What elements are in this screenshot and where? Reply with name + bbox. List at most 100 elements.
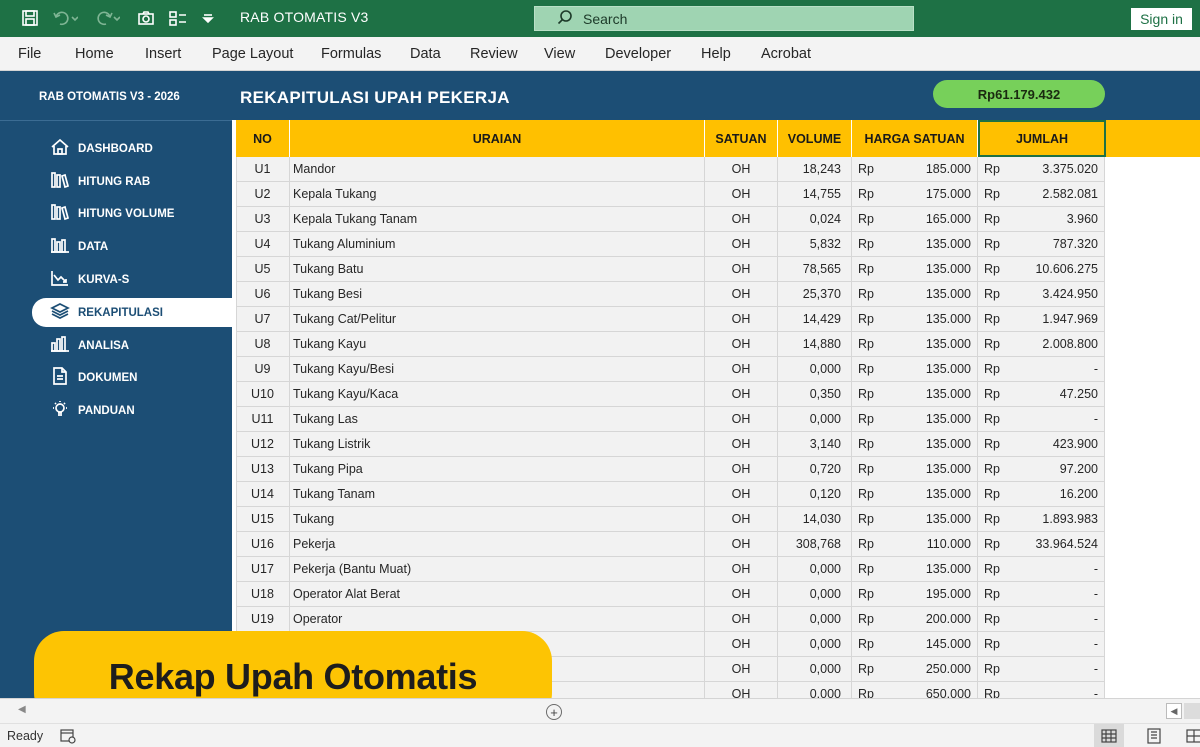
cell-jumlah[interactable]: Rp 1.947.969 (978, 307, 1105, 332)
cell-volume[interactable]: 0,000 (778, 357, 852, 382)
table-row[interactable]: U4 Tukang Aluminium OH 5,832 Rp 135.000 Rp 787.… (236, 232, 1105, 257)
sidebar-item-dashboard[interactable]: DASHBOARD (32, 134, 232, 163)
cell-jumlah[interactable]: Rp 3.375.020 (978, 157, 1105, 182)
cell-harga-satuan[interactable]: Rp 135.000 (852, 482, 978, 507)
menu-formulas[interactable]: Formulas (321, 46, 381, 62)
cell-volume[interactable]: 25,370 (778, 282, 852, 307)
undo-icon[interactable] (52, 8, 78, 28)
cell-jumlah[interactable]: Rp - (978, 682, 1105, 698)
cell-satuan[interactable]: OH (705, 182, 778, 207)
column-header-harga-satuan[interactable]: HARGA SATUAN (852, 120, 978, 157)
cell-uraian[interactable]: Tukang (290, 507, 705, 532)
cell-volume[interactable]: 78,565 (778, 257, 852, 282)
cell-uraian[interactable]: Tukang Kayu/Kaca (290, 382, 705, 407)
table-row[interactable]: U9 Tukang Kayu/Besi OH 0,000 Rp 135.000 Rp - (236, 357, 1105, 382)
cell-volume[interactable]: 0,000 (778, 557, 852, 582)
cell-satuan[interactable]: OH (705, 607, 778, 632)
cell-harga-satuan[interactable]: Rp 195.000 (852, 582, 978, 607)
cell-jumlah[interactable]: Rp 16.200 (978, 482, 1105, 507)
cell-uraian[interactable]: Pekerja (Bantu Muat) (290, 557, 705, 582)
cell-harga-satuan[interactable]: Rp 135.000 (852, 307, 978, 332)
cell-harga-satuan[interactable]: Rp 135.000 (852, 407, 978, 432)
cell-jumlah[interactable]: Rp 10.606.275 (978, 257, 1105, 282)
cell-satuan[interactable]: OH (705, 357, 778, 382)
cell-satuan[interactable]: OH (705, 507, 778, 532)
cell-harga-satuan[interactable]: Rp 650.000 (852, 682, 978, 698)
cell-jumlah[interactable]: Rp - (978, 657, 1105, 682)
table-row[interactable]: U7 Tukang Cat/Pelitur OH 14,429 Rp 135.000 Rp 1… (236, 307, 1105, 332)
cell-volume[interactable]: 5,832 (778, 232, 852, 257)
cell-volume[interactable]: 3,140 (778, 432, 852, 457)
cell-satuan[interactable]: OH (705, 582, 778, 607)
cell-volume[interactable]: 0,000 (778, 407, 852, 432)
table-row[interactable]: U12 Tukang Listrik OH 3,140 Rp 135.000 Rp 423.9… (236, 432, 1105, 457)
cell-uraian[interactable]: Tukang Tanam (290, 482, 705, 507)
sidebar-item-analisa[interactable]: ANALISA (32, 331, 232, 360)
cell-satuan[interactable]: OH (705, 382, 778, 407)
cell-no[interactable]: U16 (236, 532, 290, 557)
table-row[interactable]: U5 Tukang Batu OH 78,565 Rp 135.000 Rp 10.606.2… (236, 257, 1105, 282)
cell-harga-satuan[interactable]: Rp 145.000 (852, 632, 978, 657)
cell-harga-satuan[interactable]: Rp 110.000 (852, 532, 978, 557)
cell-harga-satuan[interactable]: Rp 200.000 (852, 607, 978, 632)
save-icon[interactable] (20, 8, 40, 28)
sidebar-item-hitung-rab[interactable]: HITUNG RAB (32, 167, 232, 196)
cell-uraian[interactable]: Tukang Listrik (290, 432, 705, 457)
horizontal-scrollbar[interactable] (1184, 703, 1200, 719)
cell-satuan[interactable]: OH (705, 557, 778, 582)
menu-developer[interactable]: Developer (605, 46, 671, 62)
cell-uraian[interactable]: Pekerja (290, 532, 705, 557)
menu-insert[interactable]: Insert (145, 46, 181, 62)
cell-no[interactable]: U17 (236, 557, 290, 582)
cell-no[interactable]: U4 (236, 232, 290, 257)
cell-satuan[interactable]: OH (705, 682, 778, 698)
menu-help[interactable]: Help (701, 46, 731, 62)
column-header-no[interactable]: NO (236, 120, 290, 157)
cell-jumlah[interactable]: Rp 3.424.950 (978, 282, 1105, 307)
cell-no[interactable]: U12 (236, 432, 290, 457)
page-break-view-icon[interactable] (1186, 728, 1200, 747)
cell-satuan[interactable]: OH (705, 332, 778, 357)
cell-harga-satuan[interactable]: Rp 185.000 (852, 157, 978, 182)
table-row[interactable]: U19 Operator OH 0,000 Rp 200.000 Rp - (236, 607, 1105, 632)
sidebar-item-data[interactable]: DATA (32, 232, 232, 261)
table-row[interactable]: U15 Tukang OH 14,030 Rp 135.000 Rp 1.893.983 (236, 507, 1105, 532)
cell-satuan[interactable]: OH (705, 307, 778, 332)
cell-volume[interactable]: 0,000 (778, 682, 852, 698)
cell-no[interactable]: U10 (236, 382, 290, 407)
cell-volume[interactable]: 14,030 (778, 507, 852, 532)
cell-uraian[interactable]: Kepala Tukang (290, 182, 705, 207)
customize-toolbar-icon[interactable] (200, 8, 216, 28)
cell-satuan[interactable]: OH (705, 457, 778, 482)
sidebar-item-panduan[interactable]: PANDUAN (32, 396, 232, 425)
cell-satuan[interactable]: OH (705, 407, 778, 432)
cell-satuan[interactable]: OH (705, 432, 778, 457)
cell-jumlah[interactable]: Rp 97.200 (978, 457, 1105, 482)
cell-no[interactable]: U8 (236, 332, 290, 357)
cell-jumlah[interactable]: Rp 3.960 (978, 207, 1105, 232)
table-row[interactable]: U18 Operator Alat Berat OH 0,000 Rp 195.000 Rp… (236, 582, 1105, 607)
cell-harga-satuan[interactable]: Rp 135.000 (852, 507, 978, 532)
cell-volume[interactable]: 0,024 (778, 207, 852, 232)
cell-uraian[interactable]: Tukang Cat/Pelitur (290, 307, 705, 332)
cell-uraian[interactable]: Tukang Batu (290, 257, 705, 282)
sidebar-item-hitung-volume[interactable]: HITUNG VOLUME (32, 199, 232, 228)
cell-uraian[interactable]: Tukang Kayu/Besi (290, 357, 705, 382)
search-box[interactable]: Search (534, 6, 914, 31)
cell-satuan[interactable]: OH (705, 657, 778, 682)
sidebar-item-dokumen[interactable]: DOKUMEN (32, 363, 232, 392)
cell-satuan[interactable]: OH (705, 207, 778, 232)
menu-home[interactable]: Home (75, 46, 114, 62)
table-row[interactable]: U16 Pekerja OH 308,768 Rp 110.000 Rp 33.964.524 (236, 532, 1105, 557)
table-row[interactable]: U17 Pekerja (Bantu Muat) OH 0,000 Rp 135.000 R… (236, 557, 1105, 582)
cell-uraian[interactable]: Tukang Las (290, 407, 705, 432)
cell-volume[interactable]: 14,880 (778, 332, 852, 357)
table-row[interactable]: U1 Mandor OH 18,243 Rp 185.000 Rp 3.375.020 (236, 157, 1105, 182)
cell-volume[interactable]: 0,000 (778, 607, 852, 632)
table-row[interactable]: U14 Tukang Tanam OH 0,120 Rp 135.000 Rp 16.200 (236, 482, 1105, 507)
cell-uraian[interactable]: Tukang Pipa (290, 457, 705, 482)
cell-jumlah[interactable]: Rp 1.893.983 (978, 507, 1105, 532)
cell-uraian[interactable]: Tukang Kayu (290, 332, 705, 357)
cell-jumlah[interactable]: Rp 33.964.524 (978, 532, 1105, 557)
cell-jumlah[interactable]: Rp 2.008.800 (978, 332, 1105, 357)
